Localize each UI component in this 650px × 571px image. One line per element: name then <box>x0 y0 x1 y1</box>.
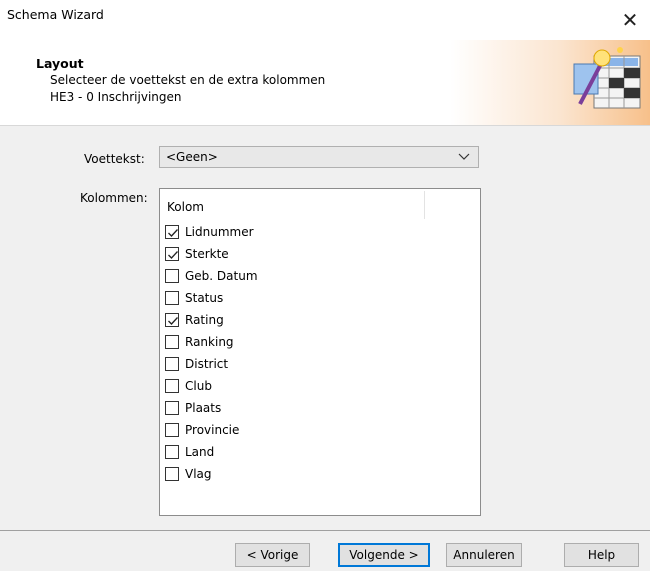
list-item[interactable]: Club <box>165 376 465 398</box>
checkbox[interactable] <box>165 313 179 327</box>
column-divider <box>424 191 425 219</box>
checkmark-icon <box>168 251 178 259</box>
list-item-label: Status <box>185 291 224 305</box>
list-item-label: District <box>185 357 229 371</box>
list-item[interactable]: Lidnummer <box>165 222 465 244</box>
list-item[interactable]: Rating <box>165 310 465 332</box>
list-item-label: Provincie <box>185 423 240 437</box>
list-item[interactable]: Land <box>165 442 465 464</box>
list-item-label: Lidnummer <box>185 225 254 239</box>
list-item-label: Club <box>185 379 212 393</box>
checkbox[interactable] <box>165 379 179 393</box>
list-item[interactable]: Vlag <box>165 464 465 486</box>
list-item-label: Ranking <box>185 335 234 349</box>
list-item-label: Sterkte <box>185 247 229 261</box>
footer-divider <box>0 530 650 531</box>
list-item[interactable]: Geb. Datum <box>165 266 465 288</box>
checkmark-icon <box>168 229 178 237</box>
close-icon: ✕ <box>621 8 639 32</box>
close-button[interactable]: ✕ <box>616 6 644 34</box>
page-subtitle: Selecteer de voettekst en de extra kolom… <box>50 73 326 87</box>
wizard-header: Layout Selecteer de voettekst en de extr… <box>0 40 650 126</box>
checkbox[interactable] <box>165 269 179 283</box>
list-item[interactable]: Status <box>165 288 465 310</box>
title-bar: Schema Wizard ✕ <box>0 0 650 40</box>
next-button[interactable]: Volgende > <box>338 543 430 567</box>
voettekst-label: Voettekst: <box>84 152 145 166</box>
checkbox[interactable] <box>165 247 179 261</box>
kolommen-label: Kolommen: <box>80 191 148 205</box>
list-column-header[interactable]: Kolom <box>160 189 480 221</box>
list-item-label: Plaats <box>185 401 222 415</box>
checkbox[interactable] <box>165 225 179 239</box>
list-item[interactable]: Sterkte <box>165 244 465 266</box>
list-item-label: Rating <box>185 313 224 327</box>
list-item[interactable]: Provincie <box>165 420 465 442</box>
checkbox[interactable] <box>165 423 179 437</box>
page-subtitle-2: HE3 - 0 Inschrijvingen <box>50 90 182 104</box>
voettekst-value: <Geen> <box>166 150 218 164</box>
checkbox[interactable] <box>165 335 179 349</box>
wizard-table-icon <box>573 47 641 109</box>
voettekst-select[interactable]: <Geen> <box>159 146 479 168</box>
list-item-label: Geb. Datum <box>185 269 258 283</box>
page-title: Layout <box>36 56 84 71</box>
help-button[interactable]: Help <box>564 543 639 567</box>
list-item[interactable]: Plaats <box>165 398 465 420</box>
list-item[interactable]: Ranking <box>165 332 465 354</box>
checkbox[interactable] <box>165 291 179 305</box>
checkbox[interactable] <box>165 467 179 481</box>
list-item-label: Vlag <box>185 467 212 481</box>
chevron-down-icon <box>458 153 470 160</box>
list-item[interactable]: District <box>165 354 465 376</box>
checkmark-icon <box>168 317 178 325</box>
checkbox[interactable] <box>165 401 179 415</box>
list-item-label: Land <box>185 445 215 459</box>
column-header-kolom: Kolom <box>167 200 204 214</box>
checkbox[interactable] <box>165 445 179 459</box>
previous-button[interactable]: < Vorige <box>235 543 310 567</box>
kolommen-list[interactable]: Kolom Lidnummer Sterkte Geb. Datum Status Ra… <box>159 188 481 516</box>
checkbox[interactable] <box>165 357 179 371</box>
window-title: Schema Wizard <box>7 7 104 22</box>
cancel-button[interactable]: Annuleren <box>446 543 522 567</box>
